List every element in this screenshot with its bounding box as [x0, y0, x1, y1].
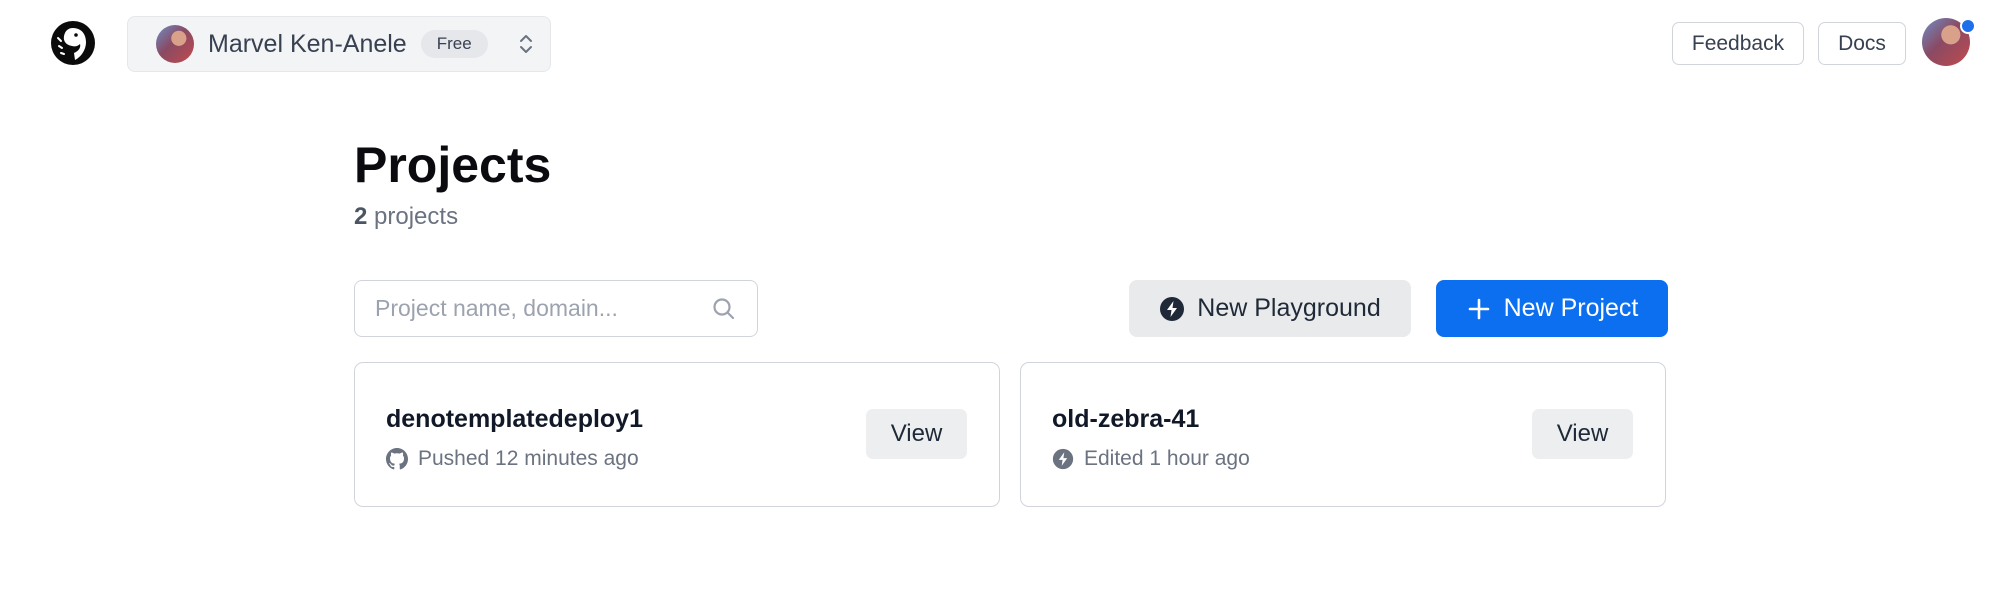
org-avatar	[156, 25, 194, 63]
org-name: Marvel Ken-Anele	[208, 29, 407, 58]
project-status: Pushed 12 minutes ago	[418, 447, 639, 470]
view-project-button[interactable]: View	[866, 409, 967, 459]
docs-button[interactable]: Docs	[1818, 22, 1906, 65]
new-project-button[interactable]: New Project	[1436, 280, 1668, 337]
new-project-label: New Project	[1503, 294, 1639, 322]
project-count-suffix: projects	[367, 203, 459, 230]
project-search-box	[354, 280, 758, 337]
new-playground-button[interactable]: New Playground	[1129, 280, 1411, 337]
search-icon	[713, 297, 735, 319]
plan-badge: Free	[420, 30, 488, 58]
project-count: 2 projects	[354, 203, 458, 231]
project-card[interactable]: old-zebra-41 Edited 1 hour ago View	[1020, 362, 1666, 507]
bolt-icon	[1052, 448, 1074, 470]
deno-logo-icon[interactable]	[50, 20, 96, 66]
plus-icon	[1468, 298, 1489, 319]
view-project-button[interactable]: View	[1532, 409, 1633, 459]
project-name: old-zebra-41	[1052, 405, 1200, 433]
project-count-number: 2	[354, 203, 368, 230]
top-navigation-bar: Marvel Ken-Anele Free Feedback Docs	[0, 0, 2000, 90]
github-icon	[386, 448, 408, 470]
project-name: denotemplatedeploy1	[386, 405, 643, 433]
organization-switcher[interactable]: Marvel Ken-Anele Free	[127, 16, 551, 72]
feedback-button[interactable]: Feedback	[1672, 22, 1804, 65]
project-search-input[interactable]	[375, 295, 711, 322]
chevron-updown-icon	[520, 35, 532, 53]
notification-dot	[1960, 18, 1976, 34]
project-card[interactable]: denotemplatedeploy1 Pushed 12 minutes ag…	[354, 362, 1000, 507]
bolt-icon	[1160, 296, 1185, 321]
new-playground-label: New Playground	[1197, 294, 1381, 322]
project-status: Edited 1 hour ago	[1084, 447, 1250, 470]
project-meta: Pushed 12 minutes ago	[386, 447, 639, 471]
project-meta: Edited 1 hour ago	[1052, 447, 1250, 471]
page-title: Projects	[354, 137, 552, 193]
